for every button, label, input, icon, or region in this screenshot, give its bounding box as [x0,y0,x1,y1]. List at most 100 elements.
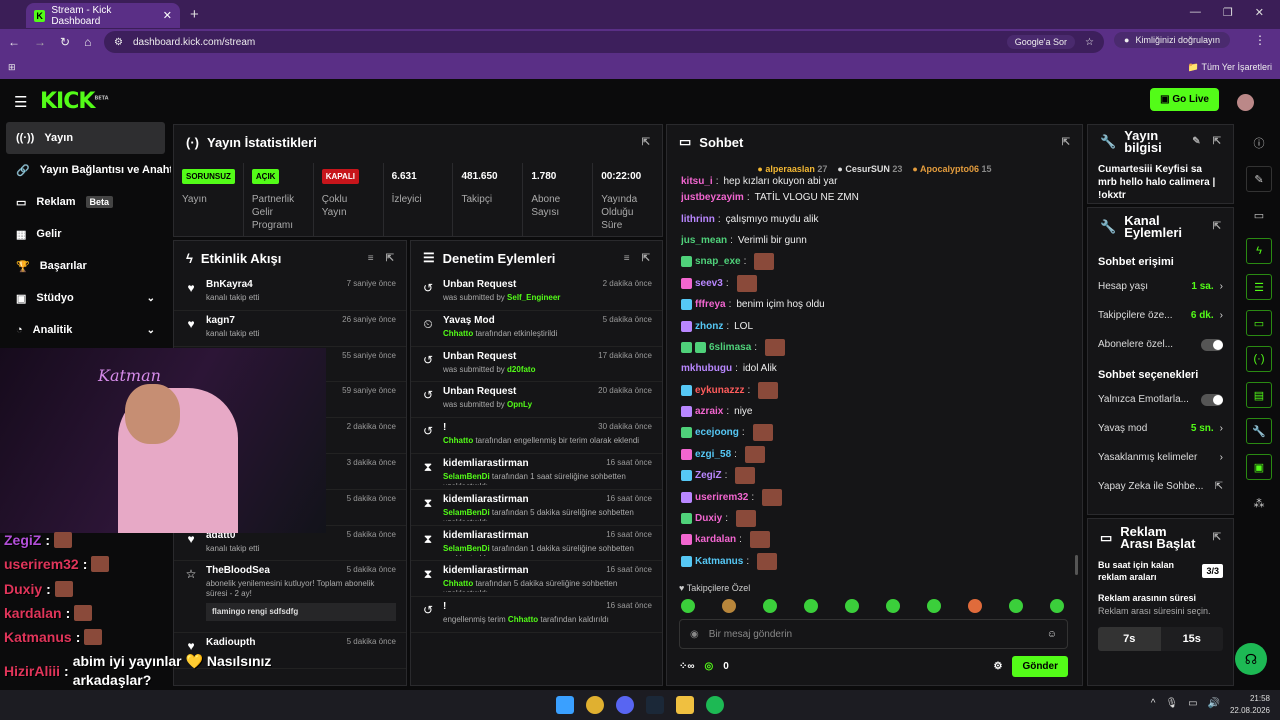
volume-icon[interactable]: 🔊 [1208,698,1220,709]
chat-username[interactable]: jus_mean [681,235,727,246]
folder-icon[interactable] [676,696,694,714]
popout-icon[interactable]: ⇱ [1213,532,1221,544]
back-icon[interactable]: ← [8,35,20,49]
sidebar-item-stream[interactable]: ((·)) Yayın [6,122,165,154]
sidebar-item-revenue[interactable]: ▦ Gelir [0,218,171,250]
sidebar-item-stream-key[interactable]: 🔗 Yayın Bağlantısı ve Anahtar [0,154,171,186]
slow-mode-row[interactable]: Yavaş mod 5 sn. › [1088,414,1233,443]
moderator-name[interactable]: Chhatto [443,329,473,338]
emote-icon[interactable] [763,599,777,613]
restore-icon[interactable]: ❐ [1223,6,1233,19]
moderation-item[interactable]: ⧗ kidemliarastirman 16 saat önce SelamBenDi… [411,526,662,562]
emote-icon[interactable] [804,599,818,613]
filter-icon[interactable]: ≡ [368,253,374,264]
chat-username[interactable]: lithrinn [681,214,715,225]
moderator-name[interactable]: Chhatto [443,436,473,445]
chat-username[interactable]: fffreya [695,299,726,310]
wrench-icon[interactable]: 🔧 [1246,418,1272,444]
sidebar-item-achievements[interactable]: 🏆 Başarılar [0,250,171,282]
emote-icon[interactable] [681,599,695,613]
profile-button[interactable]: ● Kimliğinizi doğrulayın [1114,32,1230,48]
chrome-icon[interactable] [586,696,604,714]
ai-chat-row[interactable]: Yapay Zeka ile Sohbe... ⇱ [1088,472,1233,501]
moderator-name[interactable]: SelamBenDi [443,544,490,553]
top-gifter-3[interactable]: ● Apocalypto06 15 [912,164,991,174]
sidebar-item-studio[interactable]: ▣ Stüdyo ⌄ [0,282,171,314]
windows-start-icon[interactable] [556,696,574,714]
forward-icon[interactable]: → [34,35,46,49]
moderation-item[interactable]: ⧗ kidemliarastirman 16 saat önce Chhatto ta… [411,561,662,598]
moderation-item[interactable]: ↺ Unban Request 20 dakika önce was submitte… [411,382,662,419]
chat-username[interactable]: 6slimasa [709,342,751,353]
sidebar-item-ads[interactable]: ▭ Reklam Beta [0,186,171,218]
chat-bubble-icon[interactable]: ▭ [1246,310,1272,336]
mic-icon[interactable]: 🎙 [1165,698,1178,709]
moderation-item[interactable]: ⧗ kidemliarastirman 16 saat önce SelamBenDi… [411,490,662,526]
chat-scrollbar[interactable] [1075,555,1078,575]
chat-username[interactable]: Katmanus [695,556,743,567]
top-gifter-2[interactable]: ● CesurSUN 23 [837,164,902,174]
emote-icon[interactable] [1009,599,1023,613]
chevron-up-icon[interactable]: ^ [1151,698,1156,709]
moderator-name[interactable]: Self_Engineer [507,293,560,302]
emote-icon[interactable] [722,599,736,613]
moderation-item[interactable]: ↺ Unban Request 17 dakika önce was submitte… [411,347,662,383]
moderation-item[interactable]: ⏲ Yavaş Mod 5 dakika önce Chhatto tarafında… [411,311,662,347]
moderator-name[interactable]: OpnLy [507,400,532,409]
ad-option-15s[interactable]: 15s [1160,627,1223,651]
chat-username[interactable]: Duxiy [695,513,722,524]
close-tab-icon[interactable]: ✕ [163,9,172,22]
moderation-item[interactable]: ↺! 16 saat önce engellenmiş terim Chhatto … [411,597,662,633]
info-icon[interactable]: ⓘ [1246,130,1272,156]
popout-icon[interactable]: ⇱ [386,253,394,264]
sidebar-item-analytics[interactable]: ◔ Analitik ⌄ [0,314,171,346]
user-avatar[interactable] [1237,94,1254,111]
emote-icon[interactable] [968,599,982,613]
edit-icon[interactable]: ✎ [1192,136,1200,148]
bolt-icon[interactable]: ϟ [1246,238,1272,264]
new-tab-icon[interactable]: + [190,6,199,23]
moderation-item[interactable]: ↺! 30 dakika önce Chhatto tarafından engel… [411,418,662,454]
banned-words-row[interactable]: Yasaklanmış kelimeler › [1088,443,1233,472]
minimize-icon[interactable]: — [1190,6,1201,19]
steam-icon[interactable] [646,696,664,714]
emotes-only-row[interactable]: Yalnızca Emotlarla... [1088,385,1233,414]
home-icon[interactable]: ⌂ [84,35,91,49]
broadcast-icon[interactable]: (·) [1246,346,1272,372]
chat-username[interactable]: kardalan [695,534,736,545]
top-gifter-1[interactable]: ● alperaaslan 27 [757,164,827,174]
activity-item[interactable]: ♥ kagn7 26 saniye önce kanalı takip etti [174,311,406,347]
list-icon[interactable]: ☰ [1246,274,1272,300]
go-live-button[interactable]: ▣ Go Live [1150,88,1219,111]
chat-username[interactable]: userirem32 [695,492,748,503]
edit-icon[interactable]: ✎ [1246,166,1272,192]
chat-username[interactable]: mkhubugu [681,363,732,374]
subscribers-only-row[interactable]: Abonelere özel... [1088,330,1233,359]
ad-option-7s[interactable]: 7s [1098,627,1161,651]
followers-only-row[interactable]: Takipçilere öze... 6 dk. › [1088,301,1233,330]
emoji-icon[interactable]: ☺ [1047,629,1057,640]
discord-icon[interactable] [616,696,634,714]
window-icon[interactable]: ▣ [1246,454,1272,480]
apps-icon[interactable]: ⊞ [8,62,16,73]
settings-gear-icon[interactable]: ⚙ [993,661,1002,672]
url-bar[interactable]: ⚙ dashboard.kick.com/stream Google'a Sor… [104,31,1104,53]
support-headset-icon[interactable]: ☊ [1235,643,1267,675]
popout-icon[interactable]: ⇱ [1062,137,1070,148]
kick-logo[interactable]: KICKBETA [40,89,109,114]
emote-icon[interactable] [886,599,900,613]
all-bookmarks[interactable]: 📁 Tüm Yer İşaretleri [1188,62,1272,73]
chat-username[interactable]: justbeyzayim [681,192,744,203]
popout-icon[interactable]: ⇱ [642,137,650,148]
channel-points-icon[interactable]: ⁘∞ [679,661,695,672]
emote-icon[interactable] [1050,599,1064,613]
google-ask-button[interactable]: Google'a Sor [1006,35,1076,49]
popout-icon[interactable]: ⇱ [1213,221,1221,233]
chat-input[interactable]: ◉ Bir mesaj gönderin ☺ [679,619,1068,649]
account-age-row[interactable]: Hesap yaşı 1 sa. › [1088,272,1233,301]
moderation-item[interactable]: ↺ Unban Request 2 dakika önce was submitted… [411,275,662,311]
menu-icon[interactable]: ⋮ [1254,33,1266,47]
site-info-icon[interactable]: ⚙ [114,37,123,48]
moderator-name[interactable]: d20fato [507,365,535,374]
clock[interactable]: 21:58 22.08.2026 [1230,693,1270,717]
